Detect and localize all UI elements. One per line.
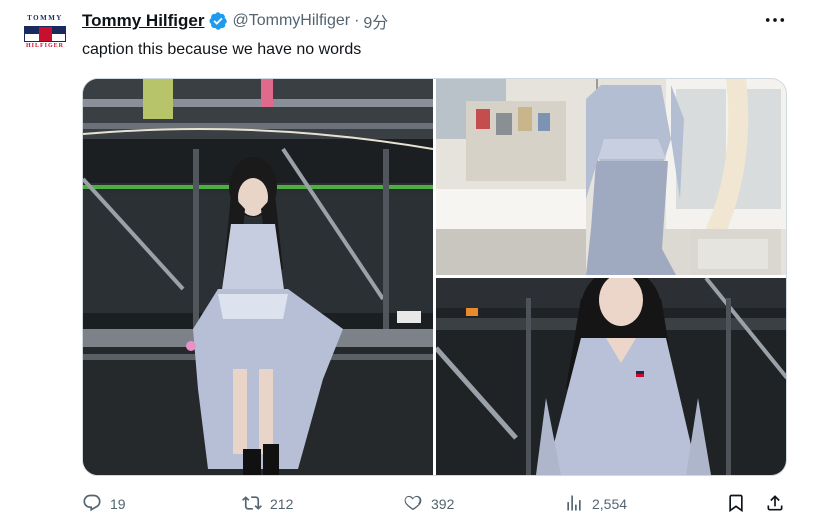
flag-logo-icon (24, 26, 66, 42)
tweet-header: Tommy Hilfiger @TommyHilfiger · 9分 (82, 10, 388, 32)
bookmark-button[interactable] (726, 492, 746, 516)
retweet-button[interactable]: 212 (242, 492, 293, 516)
bookmark-icon (726, 493, 746, 516)
logo-wordmark-top: TOMMY (27, 14, 63, 22)
retweet-icon (242, 493, 262, 516)
logo-wordmark-bottom: HILFIGER (25, 43, 64, 49)
tweet[interactable]: TOMMY HILFIGER Tommy Hilfiger @TommyHilf… (0, 0, 822, 522)
like-count: 392 (431, 496, 455, 512)
tweet-text: caption this because we have no words (82, 41, 362, 58)
handle[interactable]: @TommyHilfiger (232, 12, 350, 30)
share-button[interactable] (765, 492, 785, 516)
views-chart-icon (564, 493, 584, 516)
media-grid (82, 78, 787, 476)
views-button[interactable]: 2,554 (564, 492, 627, 516)
photo-backstage-full[interactable] (83, 79, 433, 475)
photo-dress-mannequin[interactable] (436, 79, 786, 275)
reply-icon (82, 493, 102, 516)
avatar[interactable]: TOMMY HILFIGER (22, 14, 68, 50)
separator-dot: · (354, 12, 360, 29)
share-icon (765, 493, 785, 516)
verified-badge-icon[interactable] (208, 11, 228, 31)
more-options-icon[interactable] (764, 10, 786, 30)
like-button[interactable]: 392 (403, 492, 454, 516)
photo-backstage-closeup[interactable] (436, 278, 786, 475)
action-bar: 19 212 392 2,554 (82, 492, 787, 516)
views-count: 2,554 (592, 496, 628, 512)
reply-count: 19 (110, 496, 126, 512)
display-name[interactable]: Tommy Hilfiger (82, 11, 204, 31)
heart-icon (403, 493, 423, 516)
reply-button[interactable]: 19 (82, 492, 126, 516)
timestamp[interactable]: 9分 (363, 9, 388, 33)
retweet-count: 212 (270, 496, 294, 512)
